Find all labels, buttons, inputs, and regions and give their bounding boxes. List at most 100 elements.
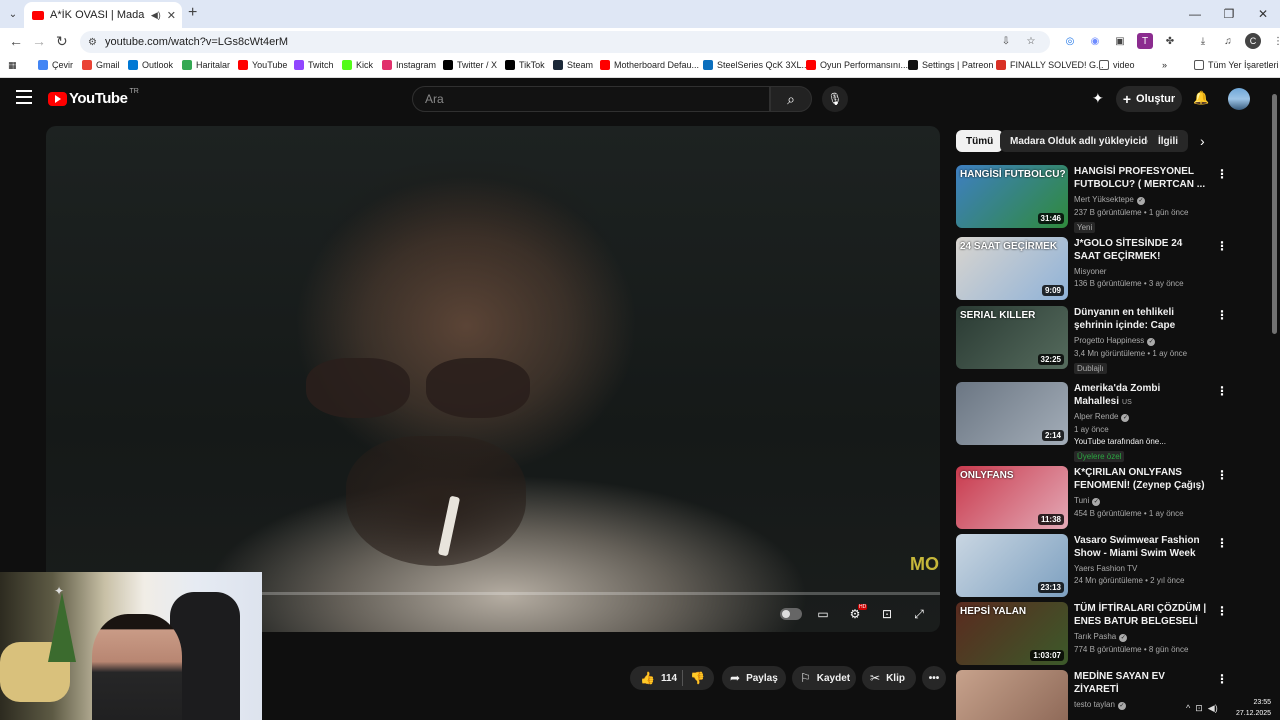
extensions-puzzle-icon[interactable]: ✤ [1162,33,1178,49]
bookmark-item[interactable]: SteelSeries QcK 3XL... [703,60,809,70]
autoplay-toggle[interactable] [780,608,802,620]
bookmark-item[interactable]: Gmail [82,60,120,70]
channel-name[interactable]: Yaers Fashion TV [1074,564,1210,573]
extension-icon[interactable]: T [1137,33,1153,49]
bookmark-item[interactable]: YouTube [238,60,287,70]
video-player[interactable]: MO ▭ ⚙ HD ⊡ ⤢ [46,126,940,632]
bookmark-item[interactable]: Twitch [294,60,334,70]
bookmark-item[interactable]: Settings | Patreon [908,60,993,70]
tab-search-chevron-icon[interactable]: ⌄ [4,5,22,23]
download-icon[interactable]: ⤓ [1195,33,1211,49]
bookmark-item[interactable]: Instagram [382,60,436,70]
video-thumbnail[interactable] [956,670,1068,720]
bookmark-item[interactable]: Haritalar [182,60,230,70]
like-dislike-button[interactable]: 👍 114 👎 [630,666,714,690]
gemini-icon[interactable]: ✦ [1092,90,1104,107]
video-menu-icon[interactable]: ⋮ [1216,167,1228,181]
extension-icon[interactable]: ▣ [1112,33,1128,49]
create-button[interactable]: + Oluştur [1116,86,1182,112]
all-bookmarks-folder[interactable]: Tüm Yer İşaretleri [1194,60,1279,70]
video-menu-icon[interactable]: ⋮ [1216,672,1228,686]
recommended-video[interactable]: ONLYFANS 11:38 K*ÇIRILAN ONLYFANS FENOMENİ… [956,466,1256,530]
bookmark-star-icon[interactable]: ☆ [1023,33,1039,49]
theater-mode-icon[interactable]: ⊡ [875,604,899,624]
video-menu-icon[interactable]: ⋮ [1216,536,1228,550]
clip-button[interactable]: ✂ Klip [862,666,916,690]
chevron-right-icon[interactable]: › [1200,133,1205,149]
notifications-bell-icon[interactable]: 🔔 [1193,90,1209,106]
recommended-video[interactable]: SERIAL KILLER 32:25 Dünyanın en tehlikeli … [956,306,1256,374]
more-actions-icon[interactable]: ••• [922,666,946,690]
chevron-up-icon[interactable]: ^ [1186,703,1190,713]
subtitles-icon[interactable]: ▭ [811,604,835,624]
fullscreen-icon[interactable]: ⤢ [907,604,931,624]
address-bar[interactable]: ⚙ youtube.com/watch?v=LGs8cWt4erM [80,31,1050,53]
video-thumbnail[interactable]: 2:14 [956,382,1068,445]
voice-search-icon[interactable]: 🎙 [822,86,848,112]
network-icon[interactable]: ⊡ [1195,703,1203,714]
video-title[interactable]: K*ÇIRILAN ONLYFANS FENOMENİ! (Zeynep Çağ… [1074,466,1210,492]
close-tab-icon[interactable]: ✕ [167,9,176,22]
profile-avatar[interactable]: C [1245,33,1261,49]
extension-icon[interactable]: ◉ [1087,33,1103,49]
scrollbar[interactable] [1272,94,1277,334]
channel-name[interactable]: Mert Yüksektepe ✓ [1074,195,1210,205]
restore-icon[interactable]: ❐ [1212,0,1246,28]
close-window-icon[interactable]: ✕ [1246,0,1280,28]
chip-from-uploader[interactable]: Madara Olduk adlı yükleyiciden [1000,130,1169,152]
video-menu-icon[interactable]: ⋮ [1216,384,1228,398]
video-thumbnail[interactable]: 24 SAAT GEÇİRMEK 9:09 [956,237,1068,300]
progress-bar[interactable] [262,592,940,595]
minimize-icon[interactable]: — [1178,0,1212,28]
video-menu-icon[interactable]: ⋮ [1216,239,1228,253]
video-title[interactable]: TÜM İFTİRALARI ÇÖZDÜM | ENES BATUR BELGE… [1074,602,1210,628]
bookmark-item[interactable]: Twitter / X [443,60,497,70]
channel-name[interactable]: Alper Rende ✓ [1074,412,1210,422]
video-thumbnail[interactable]: HANGİSİ FUTBOLCU? 31:46 [956,165,1068,228]
video-title[interactable]: HANGİSİ PROFESYONEL FUTBOLCU? ( MERTCAN … [1074,165,1210,191]
apps-grid-icon[interactable]: ▦ [8,60,17,71]
site-info-icon[interactable]: ⚙ [88,37,97,48]
save-button[interactable]: ⚐ Kaydet [792,666,856,690]
taskbar-clock[interactable]: 23:55 27.12.2025 [1236,697,1271,719]
guide-menu-icon[interactable] [16,90,32,104]
video-title[interactable]: J*GOLO SİTESİNDE 24 SAAT GEÇİRMEK! [1074,237,1210,263]
bookmark-item[interactable]: Oyun Performansını... [806,60,908,70]
bookmark-item[interactable]: Çevir [38,60,73,70]
bookmark-item[interactable]: Steam [553,60,593,70]
video-title[interactable]: MEDİNE SAYAN EV ZİYARETİ [1074,670,1210,696]
thumbs-down-icon[interactable]: 👎 [690,671,705,685]
recommended-video[interactable]: 2:14 Amerika'da Zombi MahallesiUSYayınlan… [956,382,1256,462]
channel-name[interactable]: Tuni ✓ [1074,496,1210,506]
reload-icon[interactable]: ↻ [56,33,68,50]
share-button[interactable]: ➦ Paylaş [722,666,786,690]
volume-icon[interactable]: ◀) [1208,703,1218,714]
speaker-icon[interactable]: ◀) [151,10,161,21]
bookmark-item[interactable]: Outlook [128,60,173,70]
chip-all[interactable]: Tümü [956,130,1004,152]
video-menu-icon[interactable]: ⋮ [1216,604,1228,618]
forward-icon[interactable]: → [32,33,46,49]
channel-name[interactable]: Tarık Pasha ✓ [1074,632,1210,642]
video-title[interactable]: Vasaro Swimwear Fashion Show - Miami Swi… [1074,534,1210,560]
bookmark-item[interactable]: FINALLY SOLVED! G... [996,60,1104,70]
browser-tab-active[interactable]: A*İK OVASI | Madara Olduk ◀) ✕ [24,2,182,28]
video-title[interactable]: Dünyanın en tehlikeli şehrinin içinde: C… [1074,306,1210,332]
video-menu-icon[interactable]: ⋮ [1216,308,1228,322]
menu-kebab-icon[interactable]: ⋮ [1270,33,1280,49]
chip-related[interactable]: İlgili [1148,130,1188,152]
youtube-logo[interactable]: YouTube TR [48,88,139,107]
back-icon[interactable]: ← [9,33,23,49]
bookmark-item[interactable]: Motherboard Defau... [600,60,699,70]
extension-icon[interactable]: ◎ [1062,33,1078,49]
more-bookmarks-icon[interactable]: » [1162,60,1167,70]
channel-watermark[interactable]: MO [910,554,939,575]
bookmark-item[interactable]: Kick [342,60,373,70]
thumbs-up-icon[interactable]: 👍 [640,671,655,685]
video-thumbnail[interactable]: SERIAL KILLER 32:25 [956,306,1068,369]
bookmark-item[interactable]: TikTok [505,60,545,70]
recommended-video[interactable]: 24 SAAT GEÇİRMEK 9:09 J*GOLO SİTESİNDE 24 … [956,237,1256,301]
media-control-icon[interactable]: ♫ [1220,33,1236,49]
channel-name[interactable]: Misyoner [1074,267,1210,276]
video-menu-icon[interactable]: ⋮ [1216,468,1228,482]
